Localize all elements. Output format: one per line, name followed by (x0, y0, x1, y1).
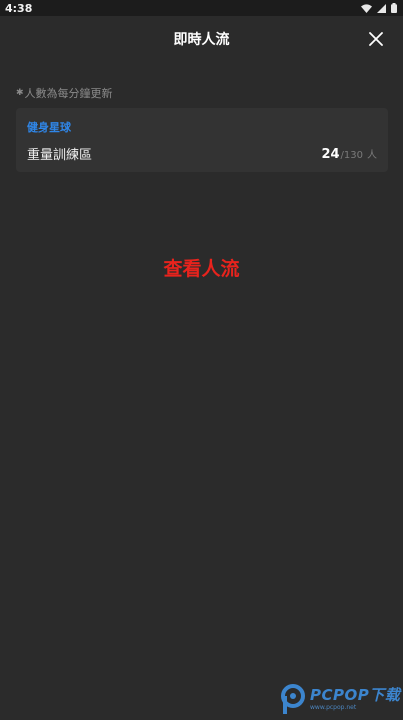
watermark-logo-icon (281, 684, 305, 714)
status-icons (361, 3, 397, 13)
screen: 4:38 即時人流 ✱ 人數為每分鐘更新 健身星球 重量訓練區 24 / 130… (0, 0, 403, 720)
watermark-sub: www.pcpop.net (310, 703, 357, 711)
count-unit: 人 (367, 149, 377, 161)
occupancy-count: 24 / 130 人 (321, 146, 377, 162)
signal-icon (377, 3, 386, 13)
note-asterisk: ✱ (16, 88, 24, 98)
current-count: 24 (321, 146, 340, 162)
update-note: ✱ 人數為每分鐘更新 (16, 85, 113, 101)
close-icon[interactable] (367, 30, 385, 48)
status-time: 4:38 (5, 1, 33, 15)
watermark: PCPOP下载 www.pcpop.net (280, 683, 400, 715)
wifi-icon (361, 3, 372, 13)
capacity-count: 130 (343, 149, 363, 161)
area-row: 重量訓練區 24 / 130 人 (27, 144, 377, 164)
gym-card: 健身星球 重量訓練區 24 / 130 人 (16, 108, 388, 172)
battery-icon (391, 3, 397, 13)
note-text: 人數為每分鐘更新 (24, 87, 113, 100)
status-bar: 4:38 (0, 0, 403, 16)
area-name: 重量訓練區 (27, 148, 93, 163)
watermark-text: PCPOP下载 www.pcpop.net (310, 685, 401, 711)
overlay-caption: 查看人流 (163, 258, 240, 280)
gym-name: 健身星球 (27, 121, 71, 134)
watermark-main: PCPOP下载 (310, 685, 401, 704)
page-title: 即時人流 (173, 32, 230, 48)
header: 即時人流 (0, 16, 403, 62)
